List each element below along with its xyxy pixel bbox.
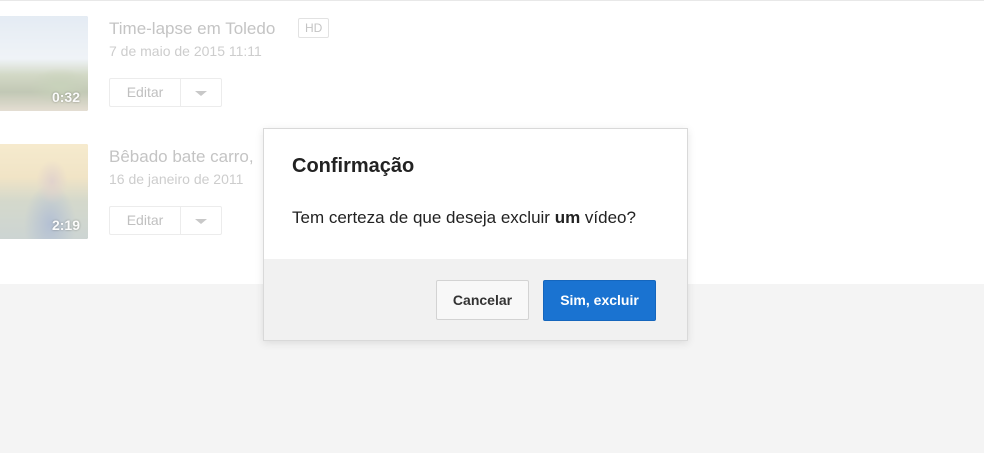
video-title[interactable]: Time-lapse em Toledo [109, 19, 275, 39]
edit-button-group: Editar [109, 78, 222, 107]
dialog-message-count: um [554, 208, 581, 227]
video-duration: 2:19 [51, 217, 80, 233]
confirm-delete-button[interactable]: Sim, excluir [543, 280, 656, 321]
edit-button-group: Editar [109, 206, 222, 235]
dropdown-caret-icon[interactable] [181, 207, 221, 234]
dialog-message-start: Tem certeza de que deseja excluir [292, 208, 555, 227]
hd-badge: HD [298, 18, 330, 38]
dialog-title: Confirmação [292, 155, 415, 177]
video-title[interactable]: Bêbado bate carro, [109, 147, 254, 167]
divider [0, 0, 984, 1]
video-thumbnail[interactable]: 0:32 [0, 16, 88, 111]
confirmation-dialog: Confirmação Tem certeza de que deseja ex… [263, 128, 688, 341]
dialog-message-end: vídeo? [580, 208, 636, 227]
video-thumbnail[interactable]: 2:19 [0, 144, 88, 239]
edit-button[interactable]: Editar [110, 207, 181, 234]
edit-button[interactable]: Editar [110, 79, 181, 106]
dialog-message: Tem certeza de que deseja excluir um víd… [292, 208, 636, 228]
dropdown-caret-icon[interactable] [181, 79, 221, 106]
video-date: 16 de janeiro de 2011 [109, 171, 244, 187]
video-duration: 0:32 [51, 89, 80, 105]
dialog-footer: Cancelar Sim, excluir [264, 259, 687, 340]
video-row: 0:32 Time-lapse em Toledo HD 7 de maio d… [0, 16, 984, 112]
cancel-button[interactable]: Cancelar [436, 280, 529, 320]
video-date: 7 de maio de 2015 11:11 [109, 43, 262, 59]
